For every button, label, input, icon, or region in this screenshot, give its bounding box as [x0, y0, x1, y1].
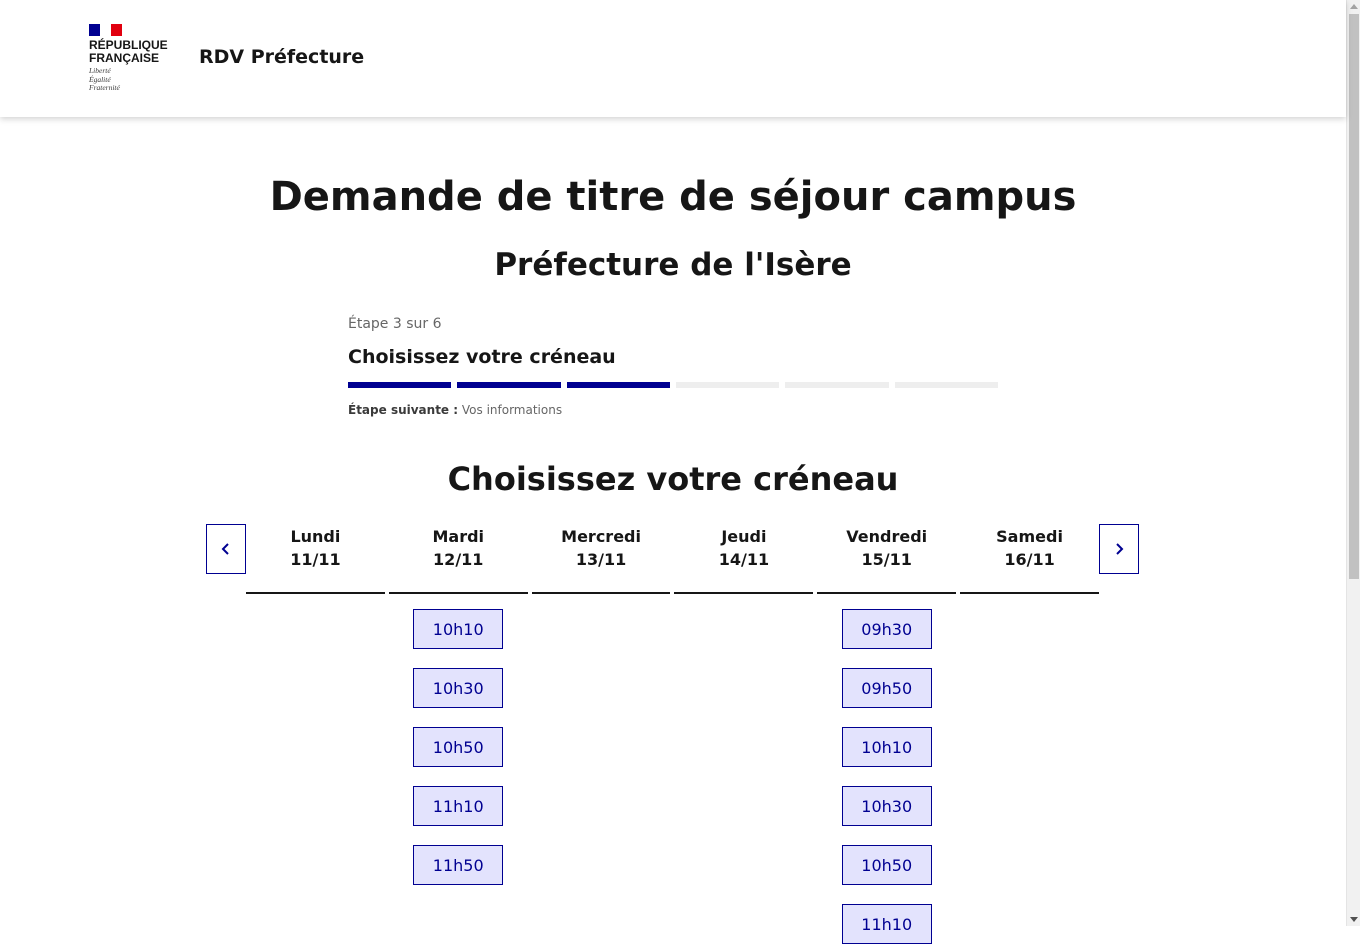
day-name: Lundi — [290, 527, 341, 546]
time-slot-button[interactable]: 11h10 — [413, 786, 504, 826]
step-segment — [457, 382, 561, 388]
time-slot-button[interactable]: 11h10 — [841, 904, 932, 944]
day-date: 16/11 — [1004, 550, 1055, 569]
day-header: Mercredi 13/11 — [531, 524, 671, 594]
day-name: Jeudi — [721, 527, 767, 546]
day-date: 11/11 — [290, 550, 341, 569]
republique-francaise-logo[interactable]: RÉPUBLIQUE FRANÇAISE Liberté Égalité Fra… — [89, 24, 179, 93]
time-slot-button[interactable]: 10h30 — [841, 786, 932, 826]
day-name: Vendredi — [846, 527, 928, 546]
step-next-label: Étape suivante : — [348, 403, 459, 417]
chevron-left-icon — [221, 543, 229, 555]
prefecture-subtitle: Préfecture de l'Isère — [494, 247, 852, 283]
site-header: RÉPUBLIQUE FRANÇAISE Liberté Égalité Fra… — [0, 0, 1346, 117]
day-column: Samedi 16/11 — [960, 524, 1099, 944]
time-slot-button[interactable]: 10h10 — [841, 727, 932, 767]
day-column: Mercredi 13/11 — [531, 524, 671, 944]
day-column: Lundi 11/11 — [246, 524, 385, 944]
stepper: Étape 3 sur 6 Choisissez votre créneau É… — [348, 314, 998, 418]
time-slot-button[interactable]: 10h30 — [413, 668, 504, 708]
logo-text: RÉPUBLIQUE FRANÇAISE — [89, 39, 179, 65]
step-segment — [785, 382, 889, 388]
service-name-link[interactable]: RDV Préfecture — [199, 44, 364, 70]
chevron-right-icon — [1116, 543, 1124, 555]
step-next: Étape suivante : Vos informations — [348, 402, 998, 418]
step-segment — [675, 382, 780, 388]
page-scrollbar[interactable] — [1346, 0, 1360, 926]
day-column: Mardi 12/11 10h10 10h30 10h50 11h10 11h50 — [388, 524, 528, 944]
day-date: 12/11 — [433, 550, 484, 569]
step-next-value: Vos informations — [461, 403, 563, 417]
step-progress-bar — [348, 382, 998, 388]
day-name: Samedi — [996, 527, 1063, 546]
slot-list: 10h10 10h30 10h50 11h10 11h50 — [413, 594, 504, 885]
previous-week-button[interactable] — [206, 524, 246, 574]
day-date: 14/11 — [718, 550, 770, 569]
day-column: Vendredi 15/11 09h30 09h50 10h10 10h30 10h50 11… — [817, 524, 957, 944]
day-date: 15/11 — [861, 550, 912, 569]
time-slot-button[interactable]: 11h50 — [413, 845, 504, 885]
day-header: Mardi 12/11 — [388, 524, 528, 594]
slot-section-title: Choisissez votre créneau — [447, 460, 899, 498]
slot-list: 09h30 09h50 10h10 10h30 10h50 11h10 — [841, 594, 932, 944]
scroll-down-arrow-icon[interactable] — [1350, 917, 1358, 922]
day-name: Mardi — [432, 527, 485, 546]
time-slot-button[interactable]: 10h50 — [841, 845, 932, 885]
page-title: Demande de titre de séjour campus — [269, 174, 1077, 220]
time-slot-button[interactable]: 09h50 — [841, 668, 932, 708]
marianne-flag-icon — [89, 24, 122, 36]
step-title: Choisissez votre créneau — [348, 346, 616, 368]
day-date: 13/11 — [575, 550, 627, 569]
day-header: Vendredi 15/11 — [817, 524, 957, 594]
day-header: Jeudi 14/11 — [674, 524, 814, 594]
calendar-days: Lundi 11/11 Mardi 12/11 10h10 10h30 10h50 11h10… — [246, 524, 1099, 944]
step-segment — [348, 382, 452, 388]
step-state: Étape 3 sur 6 — [348, 316, 442, 332]
scroll-thumb[interactable] — [1349, 14, 1359, 579]
time-slot-button[interactable]: 09h30 — [841, 609, 932, 649]
logo-motto: Liberté Égalité Fraternité — [89, 66, 179, 93]
scroll-up-arrow-icon[interactable] — [1350, 4, 1358, 9]
time-slot-button[interactable]: 10h50 — [413, 727, 504, 767]
next-week-button[interactable] — [1099, 524, 1139, 574]
time-slot-button[interactable]: 10h10 — [413, 609, 504, 649]
step-segment — [566, 382, 670, 388]
day-header: Lundi 11/11 — [246, 524, 385, 594]
motto-fraternite: Fraternité — [89, 83, 120, 92]
day-header: Samedi 16/11 — [960, 524, 1099, 594]
day-name: Mercredi — [561, 527, 641, 546]
day-column: Jeudi 14/11 — [674, 524, 814, 944]
step-segment — [894, 382, 998, 388]
logo-line-2: FRANÇAISE — [89, 51, 160, 65]
